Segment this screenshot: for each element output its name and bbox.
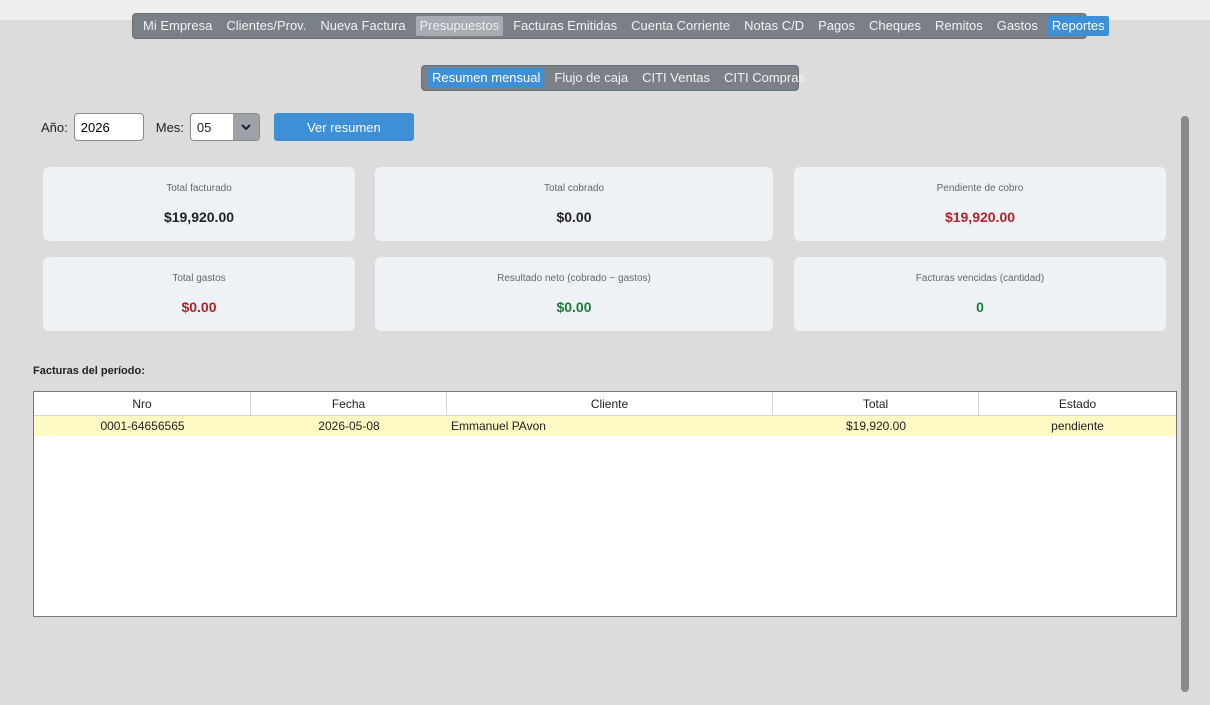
- table-row[interactable]: 0001-64656565 2026-05-08 Emmanuel PAvon …: [34, 416, 1176, 436]
- ver-resumen-button[interactable]: Ver resumen: [273, 113, 414, 141]
- cell-nro: 0001-64656565: [100, 419, 185, 433]
- card-label: Facturas vencidas (cantidad): [915, 273, 1045, 284]
- card-label: Resultado neto (cobrado − gastos): [497, 273, 651, 284]
- card-label: Total gastos: [172, 273, 226, 284]
- tab-presupuestos[interactable]: Presupuestos: [415, 16, 504, 36]
- cell-estado: pendiente: [1051, 419, 1104, 433]
- tab-notas-cd[interactable]: Notas C/D: [740, 16, 808, 36]
- card-total-cobrado: Total cobrado $0.00: [375, 167, 773, 241]
- tab-gastos[interactable]: Gastos: [993, 16, 1042, 36]
- tab-facturas-emitidas[interactable]: Facturas Emitidas: [509, 16, 621, 36]
- column-header-total[interactable]: Total: [773, 392, 979, 415]
- card-facturas-vencidas: Facturas vencidas (cantidad) 0: [794, 257, 1166, 331]
- card-total-gastos: Total gastos $0.00: [43, 257, 355, 331]
- card-value: $0.00: [556, 299, 592, 315]
- tab-reportes[interactable]: Reportes: [1047, 16, 1109, 36]
- tab-mi-empresa[interactable]: Mi Empresa: [139, 16, 216, 36]
- cell-fecha: 2026-05-08: [318, 419, 380, 433]
- tab-pagos[interactable]: Pagos: [814, 16, 859, 36]
- card-value: $0.00: [556, 209, 592, 225]
- table-header: Nro Fecha Cliente Total Estado: [34, 392, 1176, 416]
- card-value: $19,920.00: [163, 209, 235, 225]
- month-label: Mes:: [155, 119, 184, 135]
- reports-subnav: Resumen mensual Flujo de caja CITI Venta…: [421, 65, 805, 91]
- card-label: Total facturado: [166, 183, 232, 194]
- card-resultado-neto: Resultado neto (cobrado − gastos) $0.00: [375, 257, 773, 331]
- main-nav: Mi Empresa Clientes/Prov. Nueva Factura …: [132, 13, 1109, 39]
- subtab-resumen-mensual[interactable]: Resumen mensual: [428, 68, 545, 88]
- column-header-cliente[interactable]: Cliente: [447, 392, 773, 415]
- month-select[interactable]: 05: [189, 113, 260, 141]
- card-pendiente-cobro: Pendiente de cobro $19,920.00: [794, 167, 1166, 241]
- tab-clientes-prov[interactable]: Clientes/Prov.: [222, 16, 310, 36]
- tab-remitos[interactable]: Remitos: [931, 16, 987, 36]
- column-header-estado[interactable]: Estado: [979, 392, 1176, 415]
- subtab-flujo-de-caja[interactable]: Flujo de caja: [550, 68, 632, 88]
- chevron-down-icon[interactable]: [232, 114, 259, 140]
- card-label: Total cobrado: [543, 183, 605, 194]
- invoices-section-title: Facturas del período:: [33, 365, 145, 377]
- card-label: Pendiente de cobro: [936, 183, 1024, 194]
- tab-cuenta-corriente[interactable]: Cuenta Corriente: [627, 16, 734, 36]
- card-value: $19,920.00: [944, 209, 1016, 225]
- vertical-scrollbar[interactable]: [1181, 116, 1189, 692]
- column-header-fecha[interactable]: Fecha: [251, 392, 447, 415]
- subtab-citi-ventas[interactable]: CITI Ventas: [638, 68, 714, 88]
- tab-nueva-factura[interactable]: Nueva Factura: [316, 16, 409, 36]
- subtab-citi-compras[interactable]: CITI Compras: [720, 68, 809, 88]
- cell-cliente: Emmanuel PAvon: [451, 419, 546, 433]
- card-value: 0: [976, 299, 984, 315]
- card-value: $0.00: [181, 299, 217, 315]
- card-total-facturado: Total facturado $19,920.00: [43, 167, 355, 241]
- cell-total: $19,920.00: [845, 419, 907, 433]
- tab-cheques[interactable]: Cheques: [865, 16, 925, 36]
- period-filters: Año: Mes: 05 Ver resumen: [41, 113, 414, 141]
- month-select-value: 05: [196, 119, 212, 135]
- column-header-nro[interactable]: Nro: [34, 392, 251, 415]
- year-input[interactable]: [73, 113, 144, 141]
- invoices-table: Nro Fecha Cliente Total Estado 0001-6465…: [33, 391, 1177, 617]
- year-label: Año:: [41, 119, 68, 135]
